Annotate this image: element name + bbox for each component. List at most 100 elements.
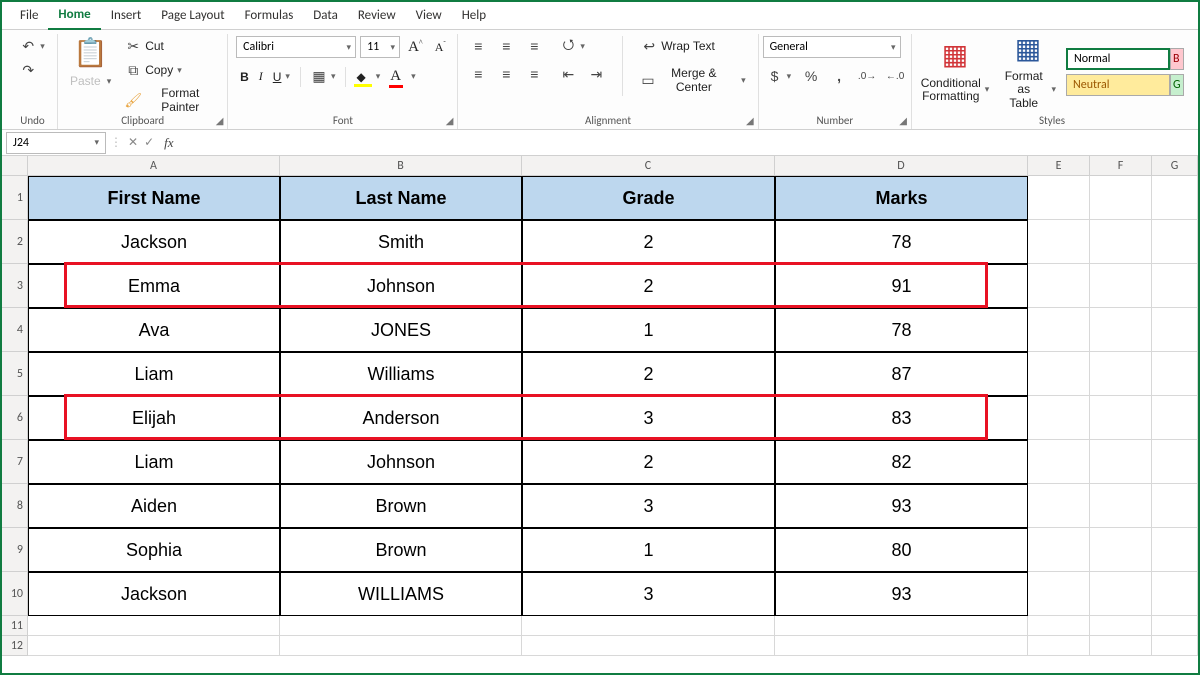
cell-C10[interactable]: 3 bbox=[522, 572, 775, 616]
cell-E5[interactable] bbox=[1028, 352, 1090, 396]
cell-F3[interactable] bbox=[1090, 264, 1152, 308]
cell-A6[interactable]: Elijah bbox=[28, 396, 280, 440]
cell-E3[interactable] bbox=[1028, 264, 1090, 308]
cell-C8[interactable]: 3 bbox=[522, 484, 775, 528]
format-as-table-icon[interactable]: ▦ bbox=[1012, 32, 1044, 64]
cell-G8[interactable] bbox=[1152, 484, 1198, 528]
increase-decimal-button[interactable]: .0→ bbox=[855, 66, 879, 86]
cell-B7[interactable]: Johnson bbox=[280, 440, 522, 484]
cell-D4[interactable]: 78 bbox=[775, 308, 1028, 352]
number-format-combo[interactable]: General▾ bbox=[763, 36, 901, 58]
font-name-combo[interactable]: Calibri▾ bbox=[236, 36, 356, 58]
row-header-9[interactable]: 9 bbox=[2, 528, 28, 572]
cell-E8[interactable] bbox=[1028, 484, 1090, 528]
cell-E10[interactable] bbox=[1028, 572, 1090, 616]
tab-file[interactable]: File bbox=[10, 2, 48, 29]
column-header-A[interactable]: A bbox=[28, 156, 280, 176]
column-header-B[interactable]: B bbox=[280, 156, 522, 176]
paste-button[interactable]: Paste▾ bbox=[66, 72, 115, 90]
cell-D3[interactable]: 91 bbox=[775, 264, 1028, 308]
column-header-G[interactable]: G bbox=[1152, 156, 1198, 176]
cell-A10[interactable]: Jackson bbox=[28, 572, 280, 616]
decrease-indent-button[interactable]: ⇤ bbox=[556, 64, 580, 84]
row-header-2[interactable]: 2 bbox=[2, 220, 28, 264]
cell-G10[interactable] bbox=[1152, 572, 1198, 616]
orientation-button[interactable]: ⭯▾ bbox=[556, 36, 589, 56]
cell-E7[interactable] bbox=[1028, 440, 1090, 484]
cell-F10[interactable] bbox=[1090, 572, 1152, 616]
percent-button[interactable]: % bbox=[799, 66, 823, 86]
tab-help[interactable]: Help bbox=[452, 2, 496, 29]
style-bad[interactable]: B bbox=[1170, 48, 1184, 70]
merge-center-button[interactable]: ▭Merge & Center▾ bbox=[637, 64, 749, 96]
cell-D11[interactable] bbox=[775, 616, 1028, 636]
cell-A2[interactable]: Jackson bbox=[28, 220, 280, 264]
cell-F7[interactable] bbox=[1090, 440, 1152, 484]
cell-D1[interactable]: Marks bbox=[775, 176, 1028, 220]
decrease-font-button[interactable]: Aˇ bbox=[431, 36, 450, 58]
column-header-C[interactable]: C bbox=[522, 156, 775, 176]
conditional-formatting-icon[interactable]: ▦ bbox=[939, 39, 971, 71]
cell-G1[interactable] bbox=[1152, 176, 1198, 220]
cell-G11[interactable] bbox=[1152, 616, 1198, 636]
cell-G2[interactable] bbox=[1152, 220, 1198, 264]
dialog-launcher-icon[interactable]: ◢ bbox=[746, 114, 754, 127]
tab-formulas[interactable]: Formulas bbox=[235, 2, 304, 29]
row-header-8[interactable]: 8 bbox=[2, 484, 28, 528]
row-header-5[interactable]: 5 bbox=[2, 352, 28, 396]
cell-F11[interactable] bbox=[1090, 616, 1152, 636]
dialog-launcher-icon[interactable]: ◢ bbox=[899, 114, 907, 127]
cell-E2[interactable] bbox=[1028, 220, 1090, 264]
fill-color-button[interactable]: ◆▾ bbox=[352, 68, 384, 86]
cell-B2[interactable]: Smith bbox=[280, 220, 522, 264]
paste-icon[interactable]: 📋 bbox=[75, 36, 107, 68]
style-good[interactable]: G bbox=[1170, 74, 1184, 96]
cell-B4[interactable]: JONES bbox=[280, 308, 522, 352]
cell-D6[interactable]: 83 bbox=[775, 396, 1028, 440]
cell-C12[interactable] bbox=[522, 636, 775, 656]
dialog-launcher-icon[interactable]: ◢ bbox=[446, 114, 454, 127]
row-header-7[interactable]: 7 bbox=[2, 440, 28, 484]
cell-B12[interactable] bbox=[280, 636, 522, 656]
format-as-table-button[interactable]: Format as Table ▾ bbox=[996, 68, 1060, 112]
cell-D5[interactable]: 87 bbox=[775, 352, 1028, 396]
cell-F6[interactable] bbox=[1090, 396, 1152, 440]
cell-C5[interactable]: 2 bbox=[522, 352, 775, 396]
cell-F2[interactable] bbox=[1090, 220, 1152, 264]
cell-A9[interactable]: Sophia bbox=[28, 528, 280, 572]
cell-F8[interactable] bbox=[1090, 484, 1152, 528]
cut-button[interactable]: ✂Cut bbox=[121, 36, 219, 56]
tab-review[interactable]: Review bbox=[348, 2, 406, 29]
cell-G12[interactable] bbox=[1152, 636, 1198, 656]
cell-D12[interactable] bbox=[775, 636, 1028, 656]
cell-B3[interactable]: Johnson bbox=[280, 264, 522, 308]
cell-G4[interactable] bbox=[1152, 308, 1198, 352]
cell-A8[interactable]: Aiden bbox=[28, 484, 280, 528]
redo-button[interactable]: ↷ bbox=[16, 60, 49, 80]
cell-A7[interactable]: Liam bbox=[28, 440, 280, 484]
row-header-3[interactable]: 3 bbox=[2, 264, 28, 308]
dialog-launcher-icon[interactable]: ◢ bbox=[216, 114, 224, 127]
column-header-D[interactable]: D bbox=[775, 156, 1028, 176]
row-header-11[interactable]: 11 bbox=[2, 616, 28, 636]
cell-E4[interactable] bbox=[1028, 308, 1090, 352]
align-top-button[interactable]: ≡ bbox=[466, 36, 490, 56]
cell-C4[interactable]: 1 bbox=[522, 308, 775, 352]
undo-button[interactable]: ↶▾ bbox=[16, 36, 49, 56]
cell-A11[interactable] bbox=[28, 616, 280, 636]
row-header-12[interactable]: 12 bbox=[2, 636, 28, 656]
name-box[interactable]: J24▾ bbox=[6, 132, 106, 154]
cell-A1[interactable]: First Name bbox=[28, 176, 280, 220]
align-center-button[interactable]: ≡ bbox=[494, 64, 518, 84]
cell-F9[interactable] bbox=[1090, 528, 1152, 572]
increase-font-button[interactable]: A^ bbox=[404, 36, 427, 58]
underline-button[interactable]: U▾ bbox=[269, 68, 294, 86]
column-header-E[interactable]: E bbox=[1028, 156, 1090, 176]
align-left-button[interactable]: ≡ bbox=[466, 64, 490, 84]
cell-G5[interactable] bbox=[1152, 352, 1198, 396]
cell-C9[interactable]: 1 bbox=[522, 528, 775, 572]
accounting-button[interactable]: $▾ bbox=[763, 66, 796, 86]
wrap-text-button[interactable]: ↩Wrap Text bbox=[637, 36, 749, 56]
cell-B9[interactable]: Brown bbox=[280, 528, 522, 572]
style-neutral[interactable]: Neutral bbox=[1066, 74, 1170, 96]
